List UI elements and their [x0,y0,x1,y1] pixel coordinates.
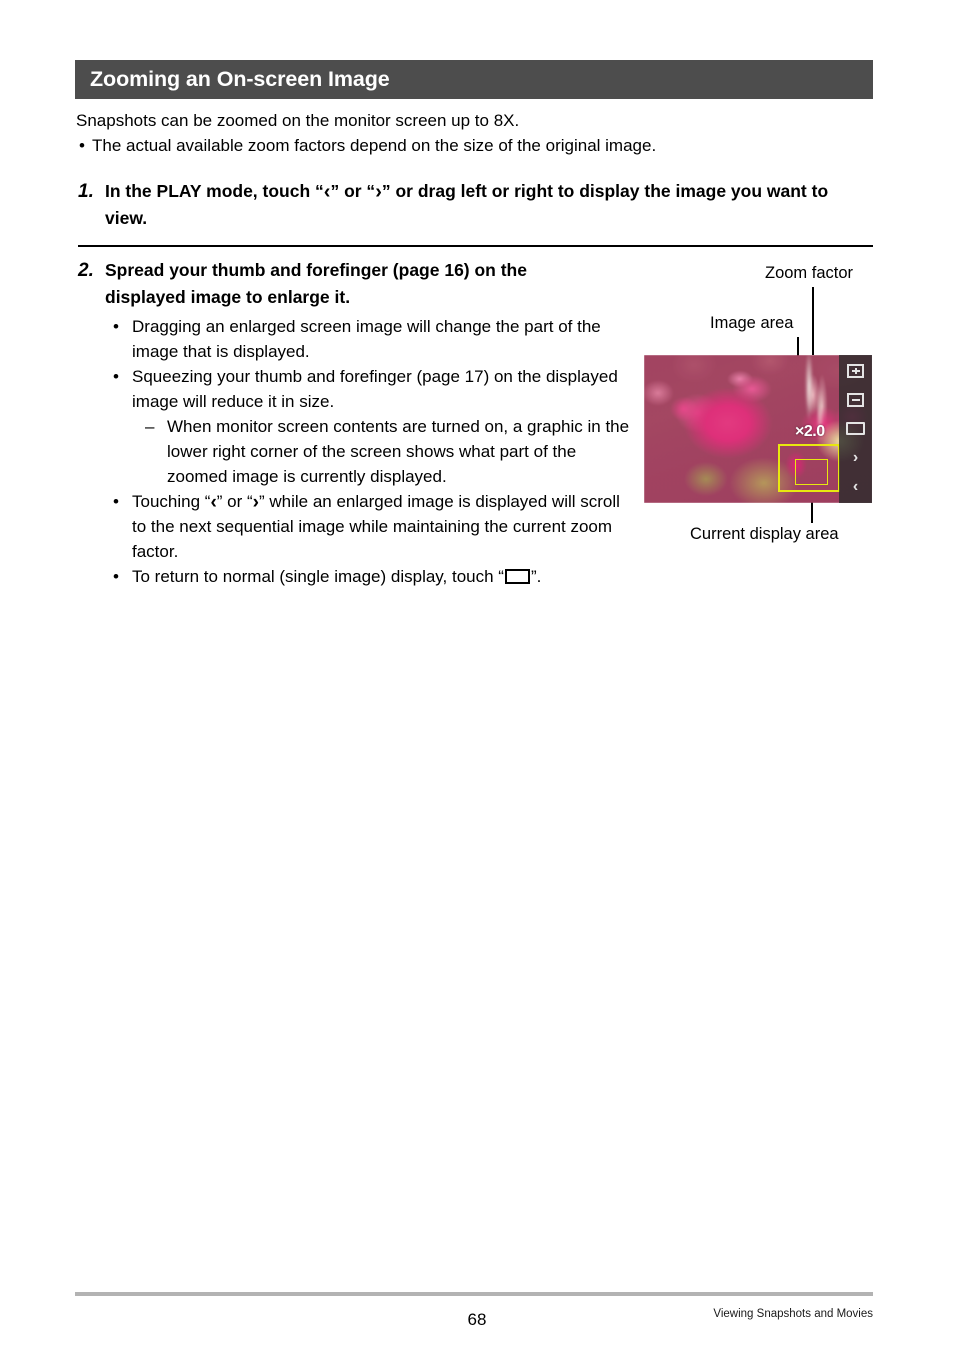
list-item: • Dragging an enlarged screen image will… [113,314,633,364]
step-1-text: In the PLAY mode, touch “‹” or “›” or dr… [105,178,875,232]
intro-bullet-item: • The actual available zoom factors depe… [76,133,876,158]
step-1-text-before: In the PLAY mode, touch “ [105,181,324,201]
page-title: Zooming an On-screen Image [90,67,390,91]
list-item-text: Dragging an enlarged screen image will c… [132,317,601,361]
previous-image-button[interactable]: ‹ [845,478,866,495]
callout-label-zoom-factor: Zoom factor [765,264,854,282]
camera-screen-figure: ×2.0 › ‹ [644,355,872,503]
list-item-text: Touching “‹” or “›” while an enlarged im… [132,489,633,564]
list-item: • Squeezing your thumb and forefinger (p… [113,364,633,414]
list-item-text-after: ”. [530,567,542,586]
right-chevron-icon: › [375,181,382,203]
step-divider-rule [78,245,873,247]
normal-display-button[interactable] [845,420,866,437]
callout-leader-line-zoom-factor [812,287,814,355]
list-item: • To return to normal (single image) dis… [113,564,633,589]
rectangle-icon [846,422,865,436]
list-item-text: Squeezing your thumb and forefinger (pag… [132,367,618,411]
callout-label-current-display-area: Current display area [690,525,839,543]
step-1: 1. In the PLAY mode, touch “‹” or “›” or… [78,178,878,232]
list-item-text-before: Touching “ [132,492,211,511]
step-1-number: 1. [78,181,94,202]
footer-chapter-title: Viewing Snapshots and Movies [713,1308,873,1320]
camera-control-strip: › ‹ [839,355,872,503]
zoom-out-button[interactable] [845,392,866,409]
intro-line: Snapshots can be zoomed on the monitor s… [76,111,520,130]
list-item-nested: – When monitor screen contents are turne… [145,414,633,489]
list-item-text: To return to normal (single image) displ… [132,564,633,589]
bullet-marker-icon: • [113,567,119,586]
minus-icon [847,393,864,408]
right-chevron-icon: › [852,448,859,466]
list-item-text: When monitor screen contents are turned … [167,417,630,486]
step-2-text: Spread your thumb and forefinger (page 1… [105,260,527,307]
callout-label-image-area: Image area [710,314,794,332]
zoom-factor-value: ×2.0 [795,423,825,440]
rectangle-icon [504,569,530,584]
step-2-number: 2. [78,260,94,281]
left-chevron-icon: ‹ [852,477,859,495]
intro-bullet-text: The actual available zoom factors depend… [92,136,657,155]
bullet-marker-icon: • [113,317,119,336]
zoom-in-button[interactable] [845,363,866,380]
bullet-marker-icon: • [113,492,119,511]
current-display-area-box [795,459,828,485]
dash-marker-icon: – [145,417,155,436]
plus-icon [847,364,864,379]
sub-bullet-list: • Dragging an enlarged screen image will… [113,314,633,589]
section-header: Zooming an On-screen Image [75,60,873,99]
list-item-text-mid: ” or “ [216,492,253,511]
footer-rule [75,1292,873,1296]
next-image-button[interactable]: › [845,449,866,466]
list-item-text-before: To return to normal (single image) displ… [132,567,504,586]
list-item: • Touching “‹” or “›” while an enlarged … [113,489,633,564]
bullet-marker-icon: • [79,136,85,155]
bullet-marker-icon: • [113,367,119,386]
intro-block: Snapshots can be zoomed on the monitor s… [76,108,876,158]
step-1-text-mid: ” or “ [330,181,376,201]
step-2: 2. Spread your thumb and forefinger (pag… [78,257,598,311]
